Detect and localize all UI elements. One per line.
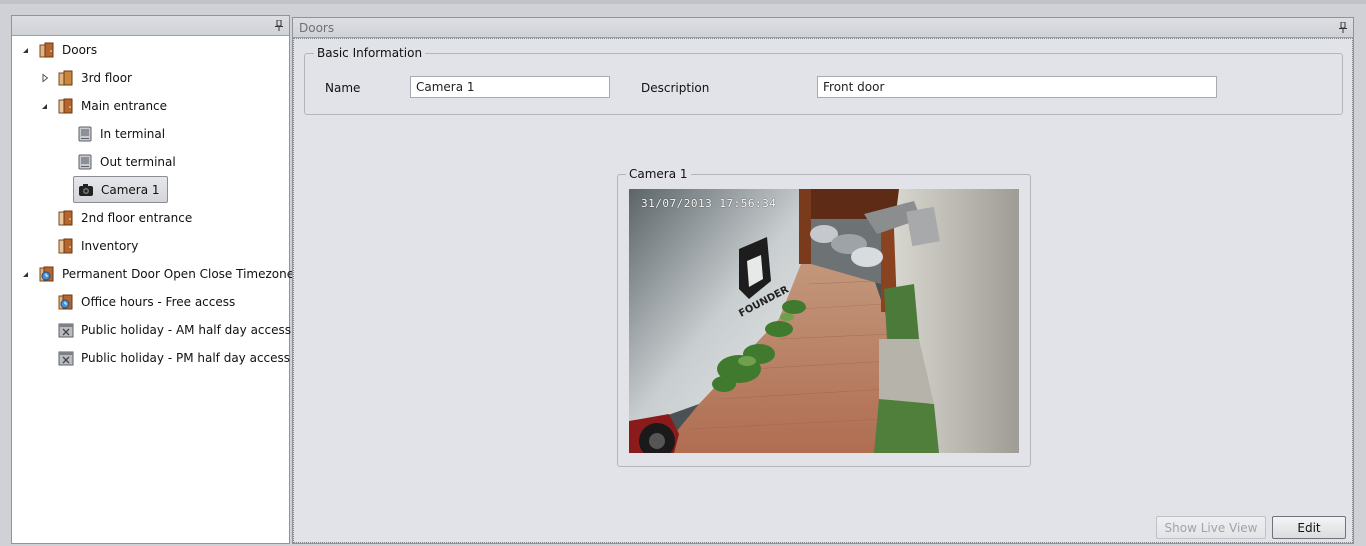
tree-item-label: Public holiday - PM half day access — [81, 351, 291, 365]
holiday-icon — [58, 351, 74, 366]
tree-item-label: Doors — [62, 43, 98, 57]
edit-button[interactable]: Edit — [1272, 516, 1346, 539]
tree-item-main-entrance[interactable]: Main entrance — [40, 93, 167, 119]
tree-item-2nd-floor-entrance[interactable]: 2nd floor entrance — [58, 205, 192, 231]
expanded-arrow-icon[interactable] — [40, 101, 50, 111]
detail-content: Basic Information Name Camera 1 Descript… — [293, 38, 1353, 543]
basic-information-title: Basic Information — [314, 46, 426, 60]
tree-item-label: In terminal — [100, 127, 166, 141]
tree-panel: Doors 3rd floor Main entrance In termina… — [11, 15, 294, 544]
tree-item-inventory[interactable]: Inventory — [58, 233, 138, 259]
app-window: Doors 3rd floor Main entrance In termina… — [0, 0, 1366, 546]
camera-group-title: Camera 1 — [626, 167, 691, 181]
tree-panel-header — [12, 16, 289, 36]
tree-item-permanent-timezone[interactable]: Permanent Door Open Close Timezone — [21, 261, 294, 287]
description-field[interactable]: Front door — [817, 76, 1217, 98]
door-tree: Doors 3rd floor Main entrance In termina… — [12, 36, 294, 366]
door-folder-icon — [39, 42, 54, 58]
basic-information-group: Basic Information Name Camera 1 Descript… — [304, 46, 1343, 115]
camera-snapshot: FOUNDER — [629, 189, 1019, 453]
collapsed-arrow-icon[interactable] — [40, 73, 50, 83]
expanded-arrow-icon[interactable] — [21, 45, 31, 55]
tree-item-public-holiday-am[interactable]: Public holiday - AM half day access — [58, 317, 291, 343]
door-icon — [58, 210, 73, 226]
door-icon — [58, 98, 73, 114]
tree-item-in-terminal[interactable]: In terminal — [77, 121, 165, 147]
name-label: Name — [325, 81, 361, 95]
terminal-icon — [78, 154, 92, 170]
tree-item-label: 3rd floor — [81, 71, 132, 85]
show-live-view-button[interactable]: Show Live View — [1156, 516, 1266, 539]
timezone-icon — [58, 294, 73, 310]
camera-icon — [79, 183, 93, 196]
tree-item-public-holiday-pm[interactable]: Public holiday - PM half day access — [58, 345, 290, 371]
tree-item-label: Public holiday - AM half day access — [81, 323, 292, 337]
tree-item-label: Office hours - Free access — [81, 295, 236, 309]
description-label: Description — [641, 81, 710, 95]
tree-item-label: Main entrance — [81, 99, 168, 113]
tree-item-label: 2nd floor entrance — [81, 211, 193, 225]
door-folder-icon — [58, 70, 73, 86]
camera-timestamp: 31/07/2013 17:56:34 — [641, 197, 777, 210]
tree-item-label: Out terminal — [100, 155, 176, 169]
detail-panel-header: Doors — [293, 18, 1353, 38]
tree-item-3rd-floor[interactable]: 3rd floor — [40, 65, 132, 91]
tree-item-out-terminal[interactable]: Out terminal — [77, 149, 176, 175]
terminal-icon — [78, 126, 92, 142]
tree-item-label: Inventory — [81, 239, 139, 253]
holiday-icon — [58, 323, 74, 338]
tree-item-doors[interactable]: Doors — [21, 37, 97, 63]
door-icon — [58, 238, 73, 254]
tree-item-office-hours[interactable]: Office hours - Free access — [58, 289, 235, 315]
tree-item-label: Permanent Door Open Close Timezone — [62, 267, 295, 281]
pin-icon[interactable] — [1339, 22, 1347, 33]
camera-feed[interactable]: FOUNDER 31/07/2013 17:56:34 — [629, 189, 1019, 453]
timezone-icon — [39, 266, 54, 282]
name-field[interactable]: Camera 1 — [410, 76, 610, 98]
panel-title: Doors — [299, 21, 335, 35]
tree-item-camera-1[interactable]: Camera 1 — [73, 176, 168, 203]
detail-panel: Doors Basic Information Name Camera 1 De… — [292, 17, 1354, 544]
tree-item-label: Camera 1 — [101, 182, 160, 197]
pin-icon[interactable] — [275, 20, 283, 31]
expanded-arrow-icon[interactable] — [21, 269, 31, 279]
